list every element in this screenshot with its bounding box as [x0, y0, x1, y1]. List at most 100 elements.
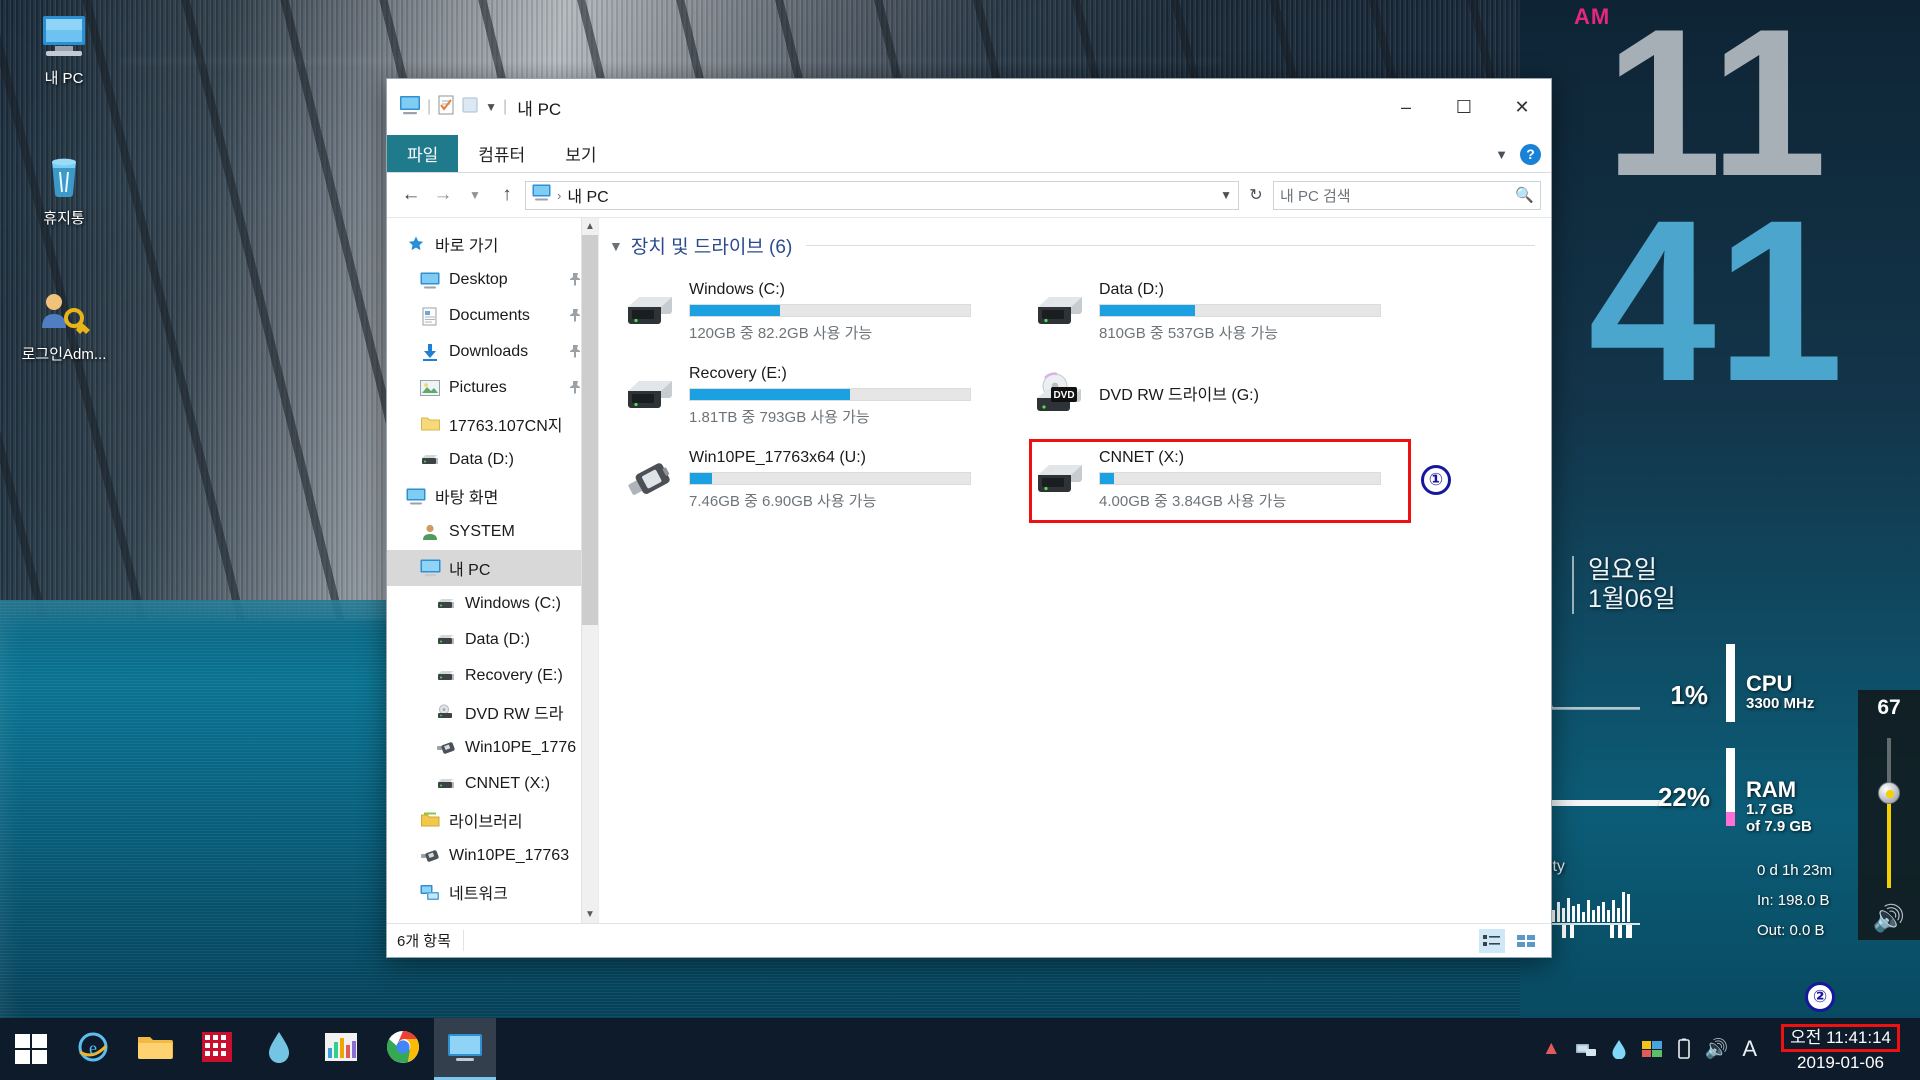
taskbar-clock[interactable]: 오전 11:41:14 2019-01-06 ② — [1771, 982, 1910, 1074]
tab-file[interactable]: 파일 — [387, 135, 459, 172]
close-button[interactable]: ✕ — [1493, 79, 1551, 135]
clock-date[interactable]: 2019-01-06 — [1781, 1052, 1900, 1074]
group-header-devices[interactable]: ▼ 장치 및 드라이브 (6) — [609, 232, 1551, 259]
taskbar-item-file-explorer-pinned[interactable] — [124, 1018, 186, 1080]
window-title-bar[interactable]: | ▼ | 내 PC – ☐ ✕ — [387, 79, 1551, 135]
drive-free-text: 4.00GB 중 3.84GB 사용 가능 — [1099, 493, 1287, 510]
sidebar-item-recovery-e-[interactable]: Recovery (E:) — [387, 658, 598, 694]
content-pane[interactable]: ▼ 장치 및 드라이브 (6) Windows (C:) 120GB 중 82.2… — [599, 218, 1551, 923]
color-tray-icon[interactable] — [1641, 1039, 1663, 1059]
scroll-up-icon[interactable]: ▲ — [582, 218, 598, 235]
sidebar-item-dvd-rw-드라[interactable]: DVD RW 드라 — [387, 694, 598, 730]
taskbar-item-google-chrome[interactable] — [372, 1018, 434, 1080]
water-drop-tray-icon[interactable] — [1611, 1039, 1627, 1059]
minimize-button[interactable]: – — [1377, 79, 1435, 135]
desktop[interactable]: 내 PC 휴지통 로그인Adm... AM 11 41 일요일 1월06일 1%… — [0, 0, 1920, 1080]
volume-slider-knob[interactable] — [1878, 782, 1900, 804]
chevron-down-icon[interactable]: ▼ — [1495, 147, 1508, 162]
system-tray[interactable]: ▲ 🔊 A 오전 11:41:14 2019-01-06 ② — [1542, 982, 1920, 1074]
desktop-icon-login-admin[interactable]: 로그인Adm... — [14, 288, 114, 364]
drive-item[interactable]: CNNET (X:) 4.00GB 중 3.84GB 사용 가능 — [1025, 441, 1415, 519]
sidebar-item-desktop[interactable]: Desktop — [387, 262, 598, 298]
explorer-window-icon — [446, 1031, 484, 1068]
properties-icon[interactable] — [437, 95, 455, 120]
tab-view[interactable]: 보기 — [545, 135, 616, 172]
sidebar-item-cnnet-x-[interactable]: CNNET (X:) — [387, 766, 598, 802]
quick-access-toolbar[interactable]: | ▼ | — [399, 95, 507, 120]
sidebar-item-documents[interactable]: Documents — [387, 298, 598, 334]
sidebar-item-win10pe-17763[interactable]: Win10PE_17763 — [387, 838, 598, 874]
chevron-down-icon[interactable]: ▼ — [461, 181, 489, 209]
sidebar-item-pictures[interactable]: Pictures — [387, 370, 598, 406]
drive-item[interactable]: DVD DVD RW 드라이브 (G:) — [1025, 357, 1415, 435]
sidebar-item-내-pc[interactable]: 내 PC — [387, 550, 598, 586]
sidebar-item-label: Win10PE_17763 — [449, 847, 570, 864]
desktop-icon-my-pc[interactable]: 내 PC — [14, 12, 114, 88]
taskbar-item-internet-explorer[interactable]: e — [62, 1018, 124, 1080]
new-folder-icon[interactable] — [461, 96, 479, 119]
battery-icon[interactable] — [1677, 1038, 1691, 1060]
sidebar-item-17763-107cn지[interactable]: 17763.107CN지 — [387, 406, 598, 442]
sidebar-item-system[interactable]: SYSTEM — [387, 514, 598, 550]
sidebar-item-data-d-[interactable]: Data (D:) — [387, 622, 598, 658]
nav-scrollbar[interactable]: ▲ ▼ — [581, 218, 598, 923]
ribbon-right-controls[interactable]: ▼ ? — [1495, 135, 1541, 173]
taskbar-item-chart-app[interactable] — [310, 1018, 372, 1080]
file-explorer-window[interactable]: | ▼ | 내 PC – ☐ ✕ 파일 컴퓨터 보기 ▼ ? ← → ▼ ↑ ›… — [386, 78, 1552, 958]
breadcrumb[interactable]: 내 PC — [567, 183, 608, 207]
taskbar[interactable]: e ▲ 🔊 A 오전 11:41:14 2019-01-06 ② — [0, 982, 1920, 1080]
caret-up-icon[interactable]: ▲ — [1542, 1038, 1561, 1060]
arrow-up-icon[interactable]: ↑ — [493, 181, 521, 209]
arrow-right-icon[interactable]: → — [429, 181, 457, 209]
sidebar-item-바탕-화면[interactable]: 바탕 화면 — [387, 478, 598, 514]
arrow-left-icon[interactable]: ← — [397, 181, 425, 209]
drive-free-text: 810GB 중 537GB 사용 가능 — [1099, 325, 1279, 342]
volume-icon[interactable]: 🔊 — [1705, 1037, 1729, 1061]
navigation-tree[interactable]: 바로 가기 Desktop Documents Downloads Pictures 17… — [387, 218, 598, 910]
search-input[interactable]: 내 PC 검색 🔍 — [1273, 180, 1541, 210]
drive-item[interactable]: Windows (C:) 120GB 중 82.2GB 사용 가능 — [615, 273, 1005, 351]
volume-gadget[interactable]: 67 🔊 — [1858, 690, 1920, 940]
network-tray-icon[interactable] — [1575, 1040, 1597, 1058]
sidebar-item-windows-c-[interactable]: Windows (C:) — [387, 586, 598, 622]
tab-computer[interactable]: 컴퓨터 — [458, 135, 545, 172]
nav-scrollbar-thumb[interactable] — [582, 235, 598, 625]
drive-item[interactable]: Win10PE_17763x64 (U:) 7.46GB 중 6.90GB 사용 … — [615, 441, 1005, 519]
clock-time[interactable]: 오전 11:41:14 — [1781, 1024, 1900, 1052]
window-caption-buttons[interactable]: – ☐ ✕ — [1377, 79, 1551, 135]
address-bar-row[interactable]: ← → ▼ ↑ › 내 PC ▼ ↻ 내 PC 검색 🔍 — [387, 173, 1551, 217]
view-mode-buttons[interactable] — [1479, 928, 1539, 953]
drive-grid[interactable]: Windows (C:) 120GB 중 82.2GB 사용 가능 Data (D:… — [609, 273, 1551, 519]
drive-item[interactable]: Data (D:) 810GB 중 537GB 사용 가능 — [1025, 273, 1415, 351]
help-icon[interactable]: ? — [1520, 143, 1541, 165]
sidebar-item-win10pe-1776[interactable]: Win10PE_1776 — [387, 730, 598, 766]
taskbar-item-red-grid-app[interactable] — [186, 1018, 248, 1080]
sidebar-item-downloads[interactable]: Downloads — [387, 334, 598, 370]
ime-icon[interactable]: A — [1742, 1036, 1757, 1062]
ribbon-tab-bar[interactable]: 파일 컴퓨터 보기 ▼ ? — [387, 135, 1551, 173]
maximize-button[interactable]: ☐ — [1435, 79, 1493, 135]
tiles-view-icon[interactable] — [1513, 929, 1539, 953]
chevron-down-icon[interactable]: ▼ — [609, 238, 623, 254]
sidebar-item-바로-가기[interactable]: 바로 가기 — [387, 226, 598, 262]
chevron-down-icon[interactable]: ▼ — [485, 100, 497, 114]
scroll-down-icon[interactable]: ▼ — [582, 906, 598, 923]
drive-name: DVD RW 드라이브 (G:) — [1099, 387, 1259, 404]
taskbar-item-explorer-window[interactable] — [434, 1018, 496, 1080]
volume-slider-track[interactable] — [1887, 738, 1891, 888]
drive-item[interactable]: Recovery (E:) 1.81TB 중 793GB 사용 가능 — [615, 357, 1005, 435]
refresh-icon[interactable]: ↻ — [1243, 181, 1269, 210]
sidebar-item-네트워크[interactable]: 네트워크 — [387, 874, 598, 910]
sidebar-item-라이브러리[interactable]: 라이브러리 — [387, 802, 598, 838]
taskbar-item-water-drop-app[interactable] — [248, 1018, 310, 1080]
windows-start-icon[interactable] — [0, 1018, 62, 1080]
desktop-icon-recycle-bin[interactable]: 휴지통 — [14, 152, 114, 228]
speaker-icon[interactable]: 🔊 — [1858, 903, 1920, 934]
desktop-icon — [403, 488, 429, 505]
sidebar-item-data-d-[interactable]: Data (D:) — [387, 442, 598, 478]
navigation-pane[interactable]: 바로 가기 Desktop Documents Downloads Pictures 17… — [387, 218, 599, 923]
search-icon[interactable]: 🔍 — [1515, 186, 1534, 204]
address-input[interactable]: › 내 PC ▼ — [525, 180, 1239, 210]
details-view-icon[interactable] — [1479, 928, 1505, 953]
chevron-down-icon[interactable]: ▼ — [1220, 188, 1232, 202]
